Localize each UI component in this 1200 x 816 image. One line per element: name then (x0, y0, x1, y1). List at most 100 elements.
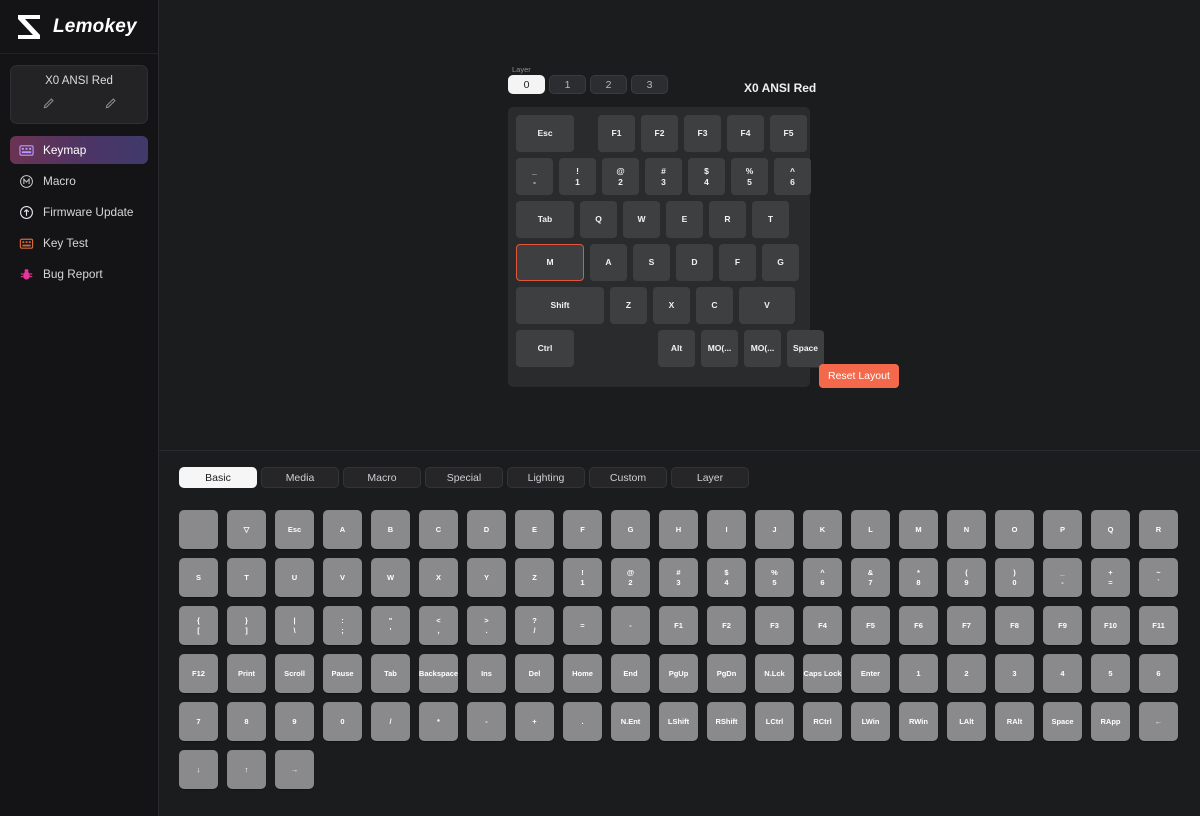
picker-key-rapp[interactable]: RApp (1091, 702, 1130, 741)
layer-tab-3[interactable]: 3 (631, 75, 668, 94)
tab-basic[interactable]: Basic (179, 467, 257, 488)
keyboard-key-mo[interactable]: MO(... (744, 330, 781, 367)
picker-key-o[interactable]: O (995, 510, 1034, 549)
tab-special[interactable]: Special (425, 467, 503, 488)
tab-macro[interactable]: Macro (343, 467, 421, 488)
sidebar-item-bug-report[interactable]: Bug Report (10, 260, 148, 288)
picker-key-r[interactable]: R (1139, 510, 1178, 549)
picker-key-enter[interactable]: Enter (851, 654, 890, 693)
sidebar-item-macro[interactable]: Macro (10, 167, 148, 195)
keyboard-key-2[interactable]: @2 (602, 158, 639, 195)
keyboard-key-r[interactable]: R (709, 201, 746, 238)
keyboard-key-w[interactable]: W (623, 201, 660, 238)
picker-key-g[interactable]: G (611, 510, 650, 549)
picker-key-blank[interactable] (179, 510, 218, 549)
keyboard-key-1[interactable]: ! 1 (559, 158, 596, 195)
picker-key-c[interactable]: C (419, 510, 458, 549)
picker-key-symbol[interactable]: ← (1139, 702, 1178, 741)
picker-key-symbol[interactable]: ↑ (227, 750, 266, 789)
keyboard-key-tab[interactable]: Tab (516, 201, 574, 238)
keyboard-key-6[interactable]: ^ 6 (774, 158, 811, 195)
device-card[interactable]: X0 ANSI Red (10, 65, 148, 124)
picker-key-symbol[interactable]: " ' (371, 606, 410, 645)
picker-key-5[interactable]: % 5 (755, 558, 794, 597)
picker-key-symbol[interactable]: >. (467, 606, 506, 645)
keyboard-key-v[interactable]: V (739, 287, 795, 324)
picker-key-symbol[interactable]: :; (323, 606, 362, 645)
picker-key-f10[interactable]: F10 (1091, 606, 1130, 645)
picker-key-3[interactable]: 3 (995, 654, 1034, 693)
keyboard-key-e[interactable]: E (666, 201, 703, 238)
keyboard-key-f[interactable]: F (719, 244, 756, 281)
picker-key-h[interactable]: H (659, 510, 698, 549)
keyboard-key-space[interactable]: Space (787, 330, 824, 367)
picker-key-s[interactable]: S (179, 558, 218, 597)
keyboard-key-f5[interactable]: F5 (770, 115, 807, 152)
keyboard-key-esc[interactable]: Esc (516, 115, 574, 152)
picker-key-backspace[interactable]: Backspace (419, 654, 458, 693)
picker-key-symbol[interactable]: ▽ (227, 510, 266, 549)
layer-tab-2[interactable]: 2 (590, 75, 627, 94)
reset-layout-button[interactable]: Reset Layout (819, 364, 899, 388)
picker-key-9[interactable]: (9 (947, 558, 986, 597)
picker-key-a[interactable]: A (323, 510, 362, 549)
picker-key-4[interactable]: $4 (707, 558, 746, 597)
picker-key-f3[interactable]: F3 (755, 606, 794, 645)
picker-key-z[interactable]: Z (515, 558, 554, 597)
picker-key-lshift[interactable]: LShift (659, 702, 698, 741)
keyboard-key-f4[interactable]: F4 (727, 115, 764, 152)
picker-key-pgup[interactable]: PgUp (659, 654, 698, 693)
picker-key-i[interactable]: I (707, 510, 746, 549)
picker-key-symbol[interactable]: → (275, 750, 314, 789)
picker-key-symbol[interactable]: <, (419, 606, 458, 645)
keyboard-key-a[interactable]: A (590, 244, 627, 281)
picker-key-1[interactable]: 1 (899, 654, 938, 693)
picker-key-lctrl[interactable]: LCtrl (755, 702, 794, 741)
keyboard-key-m[interactable]: M (516, 244, 584, 281)
picker-key-lwin[interactable]: LWin (851, 702, 890, 741)
picker-key-ins[interactable]: Ins (467, 654, 506, 693)
picker-key-f4[interactable]: F4 (803, 606, 842, 645)
keyboard-key-d[interactable]: D (676, 244, 713, 281)
layer-tab-0[interactable]: 0 (508, 75, 545, 94)
picker-key-tab[interactable]: Tab (371, 654, 410, 693)
picker-key-f1[interactable]: F1 (659, 606, 698, 645)
picker-key-3[interactable]: #3 (659, 558, 698, 597)
picker-key-symbol[interactable]: - (611, 606, 650, 645)
keyboard-key-ctrl[interactable]: Ctrl (516, 330, 574, 367)
picker-key-nent[interactable]: N.Ent (611, 702, 650, 741)
keyboard-key-5[interactable]: % 5 (731, 158, 768, 195)
picker-key-f8[interactable]: F8 (995, 606, 1034, 645)
picker-key-4[interactable]: 4 (1043, 654, 1082, 693)
keyboard-key-shift[interactable]: Shift (516, 287, 604, 324)
picker-key-8[interactable]: 8 (227, 702, 266, 741)
sidebar-item-key-test[interactable]: Key Test (10, 229, 148, 257)
picker-key-symbol[interactable]: }] (227, 606, 266, 645)
keyboard-key-q[interactable]: Q (580, 201, 617, 238)
picker-key-5[interactable]: 5 (1091, 654, 1130, 693)
picker-key-capslock[interactable]: Caps Lock (803, 654, 842, 693)
picker-key-p[interactable]: P (1043, 510, 1082, 549)
picker-key-t[interactable]: T (227, 558, 266, 597)
picker-key-6[interactable]: 6 (1139, 654, 1178, 693)
picker-key-y[interactable]: Y (467, 558, 506, 597)
picker-key-ralt[interactable]: RAlt (995, 702, 1034, 741)
picker-key-2[interactable]: 2 (947, 654, 986, 693)
picker-key-f9[interactable]: F9 (1043, 606, 1082, 645)
keyboard-key-g[interactable]: G (762, 244, 799, 281)
picker-key-e[interactable]: E (515, 510, 554, 549)
picker-key-w[interactable]: W (371, 558, 410, 597)
picker-key-print[interactable]: Print (227, 654, 266, 693)
picker-key-l[interactable]: L (851, 510, 890, 549)
picker-key-1[interactable]: ! 1 (563, 558, 602, 597)
picker-key-symbol[interactable]: ? / (515, 606, 554, 645)
picker-key-m[interactable]: M (899, 510, 938, 549)
keyboard-key-c[interactable]: C (696, 287, 733, 324)
tab-lighting[interactable]: Lighting (507, 467, 585, 488)
keyboard-key-4[interactable]: $4 (688, 158, 725, 195)
tab-custom[interactable]: Custom (589, 467, 667, 488)
picker-key-f2[interactable]: F2 (707, 606, 746, 645)
picker-key-k[interactable]: K (803, 510, 842, 549)
keyboard-key-x[interactable]: X (653, 287, 690, 324)
sidebar-item-keymap[interactable]: Keymap (10, 136, 148, 164)
